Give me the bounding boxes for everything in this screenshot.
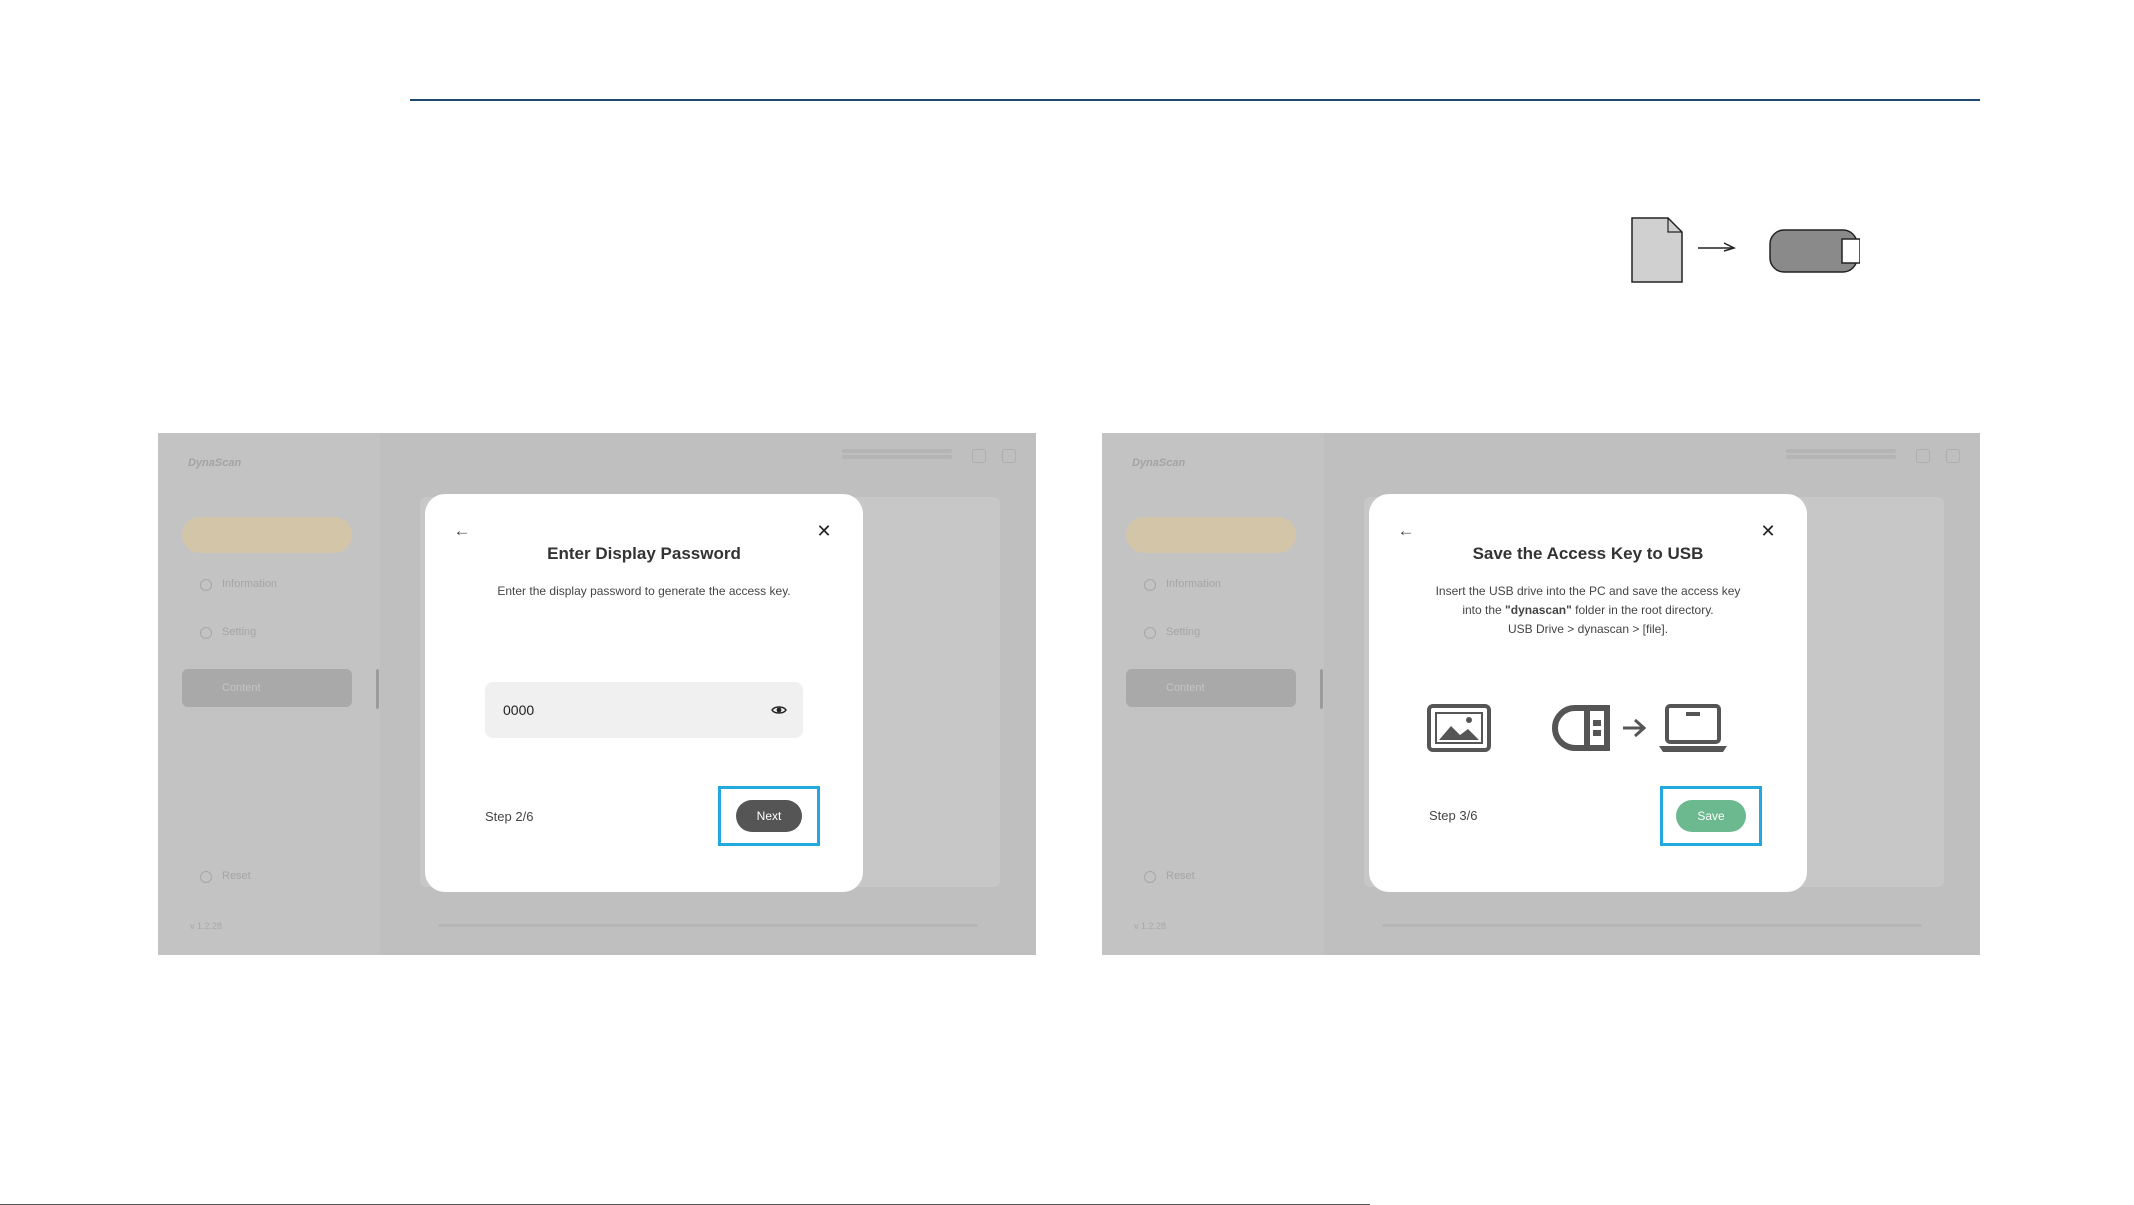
background-footer [1382,924,1922,927]
dialog-description: Enter the display password to generate t… [497,584,791,598]
save-key-dialog: ← ✕ Save the Access Key to USB Insert th… [1369,494,1807,892]
sidebar-item-reset: Reset [182,857,352,895]
background-sidebar: DynaScan Information Setting Content Res… [158,433,380,955]
password-dialog: ← ✕ Enter Display Password Enter the dis… [425,494,863,892]
arrow-right-icon [1623,718,1647,738]
back-arrow-icon[interactable]: ← [1397,522,1415,540]
background-footer [438,924,978,927]
usb-plug-icon [1552,705,1610,751]
sidebar-item-setting: Setting [182,613,352,651]
sidebar-item-information: Information [1126,565,1296,603]
background-header-text [842,449,952,453]
screenshot-step-3: DynaScan Information Setting Content Res… [1102,433,1980,955]
sidebar-item-reset: Reset [1126,857,1296,895]
password-input[interactable]: 0000 [485,682,803,738]
save-button[interactable]: Save [1676,800,1746,832]
dialog-description: Insert the USB drive into the PC and sav… [1427,582,1749,639]
sidebar-item-setting: Setting [1126,613,1296,651]
version-label: v 1.2.28 [1134,921,1167,931]
background-header-text [1786,449,1896,453]
background-sidebar: DynaScan Information Setting Content Res… [1102,433,1324,955]
password-value: 0000 [503,702,535,718]
next-button[interactable]: Next [736,800,802,832]
sidebar-item-information: Information [182,565,352,603]
close-icon[interactable]: ✕ [815,522,833,540]
sidebar-item-content: Content [1126,669,1296,707]
app-logo: DynaScan [1132,457,1186,469]
description-text: folder in the root directory. [1571,603,1714,617]
step-indicator: Step 3/6 [1429,808,1478,823]
step-indicator: Step 2/6 [485,809,534,824]
usb-path: USB Drive > dynascan > [file]. [1507,622,1669,636]
background-header-icon [1946,449,1960,463]
app-logo: DynaScan [188,457,242,469]
dialog-title: Save the Access Key to USB [1472,544,1704,563]
usb-drive-icon [1769,229,1860,273]
background-scrollbar [376,669,379,709]
background-header-icon [1916,449,1930,463]
background-pill [1126,517,1296,553]
back-arrow-icon[interactable]: ← [453,522,471,540]
arrow-right-icon [1698,242,1737,252]
document-icon [1631,217,1683,283]
transfer-illustration [1427,704,1727,752]
background-header-icon [1002,449,1016,463]
image-icon [1427,704,1491,752]
file-to-usb-diagram [1631,217,1860,283]
eye-icon[interactable] [771,702,787,718]
screenshot-step-2: DynaScan Information Setting Content Res… [158,433,1036,955]
sidebar-item-content: Content [182,669,352,707]
folder-name: "dynascan" [1505,603,1572,617]
background-scrollbar [1320,669,1323,709]
dialog-title: Enter Display Password [547,544,741,563]
background-pill [182,517,352,553]
close-icon[interactable]: ✕ [1759,522,1777,540]
version-label: v 1.2.28 [190,921,223,931]
laptop-icon [1659,704,1727,752]
background-header-icon [972,449,986,463]
top-divider-line [410,99,1980,101]
